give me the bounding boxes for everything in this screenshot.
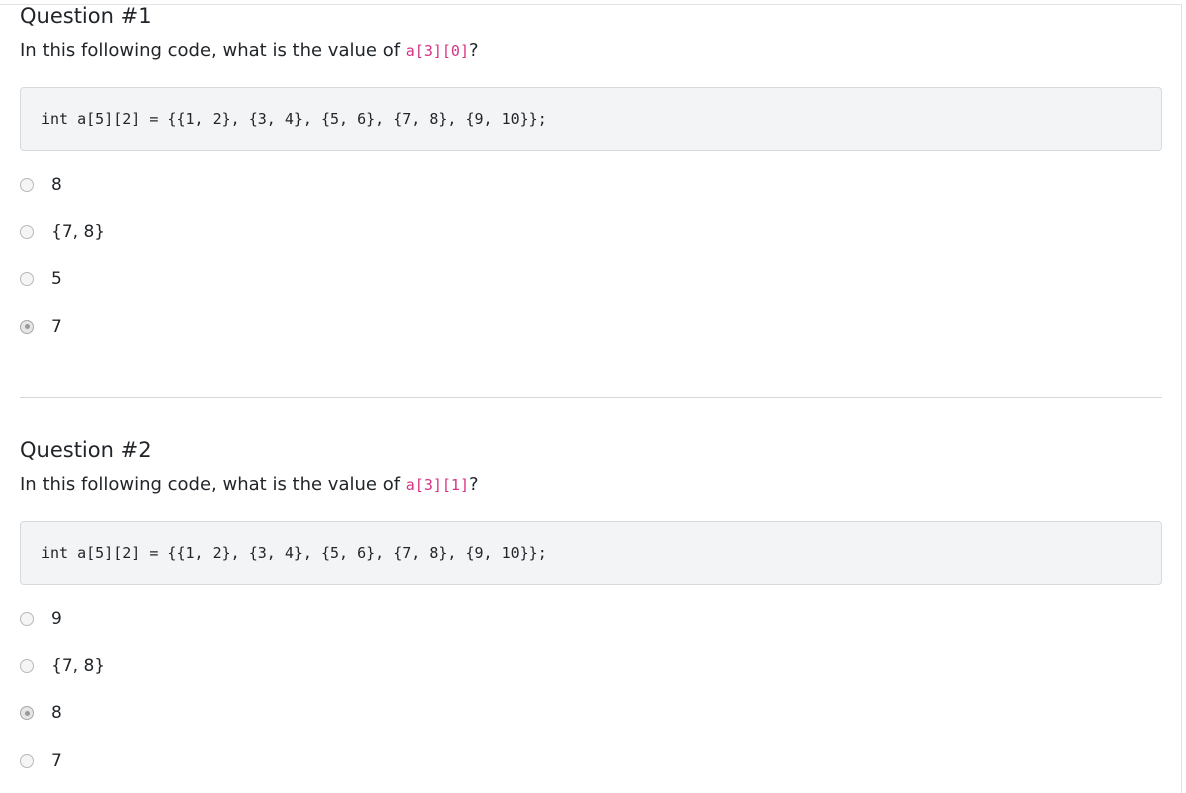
- answer-option[interactable]: 7: [20, 303, 1162, 350]
- answer-options: 8 {7, 8} 5 7: [20, 161, 1162, 350]
- code-block: int a[5][2] = {{1, 2}, {3, 4}, {5, 6}, {…: [20, 521, 1162, 585]
- option-label: 9: [51, 608, 62, 629]
- answer-option[interactable]: 5: [20, 256, 1162, 303]
- radio-button[interactable]: [20, 272, 34, 287]
- right-border-line: [1181, 4, 1182, 793]
- prompt-suffix: ?: [468, 474, 479, 495]
- code-block: int a[5][2] = {{1, 2}, {3, 4}, {5, 6}, {…: [20, 87, 1162, 151]
- radio-button[interactable]: [20, 658, 34, 673]
- prompt-inline-code: a[3][1]: [405, 476, 469, 494]
- answer-option[interactable]: 8: [20, 161, 1162, 208]
- option-label: 7: [51, 750, 62, 771]
- option-label: 8: [51, 174, 62, 195]
- answer-option[interactable]: 9: [20, 595, 1162, 642]
- question-title: Question #1: [20, 4, 152, 28]
- option-label: {7, 8}: [51, 221, 106, 242]
- question-prompt: In this following code, what is the valu…: [20, 32, 1162, 70]
- question-prompt: In this following code, what is the valu…: [20, 466, 1162, 504]
- question-title: Question #2: [20, 438, 152, 462]
- radio-button[interactable]: [20, 753, 34, 768]
- radio-button[interactable]: [20, 177, 34, 192]
- question-1: Question #1 In this following code, what…: [20, 0, 1162, 350]
- quiz-page: Question #1 In this following code, what…: [0, 0, 1186, 793]
- prompt-inline-code: a[3][0]: [405, 42, 469, 60]
- option-label: 8: [51, 703, 62, 724]
- option-label: 7: [51, 316, 62, 337]
- answer-option[interactable]: {7, 8}: [20, 208, 1162, 255]
- option-label: {7, 8}: [51, 655, 106, 676]
- radio-button[interactable]: [20, 611, 34, 626]
- prompt-text: In this following code, what is the valu…: [20, 40, 406, 61]
- question-divider: [20, 397, 1162, 398]
- question-2: Question #2 In this following code, what…: [20, 434, 1162, 784]
- prompt-suffix: ?: [468, 40, 479, 61]
- answer-options: 9 {7, 8} 8 7: [20, 595, 1162, 784]
- answer-option[interactable]: {7, 8}: [20, 642, 1162, 689]
- answer-option[interactable]: 8: [20, 690, 1162, 737]
- answer-option[interactable]: 7: [20, 737, 1162, 784]
- radio-button-selected[interactable]: [20, 706, 34, 721]
- option-label: 5: [51, 269, 62, 290]
- prompt-text: In this following code, what is the valu…: [20, 474, 406, 495]
- radio-button-selected[interactable]: [20, 319, 34, 334]
- radio-button[interactable]: [20, 224, 34, 239]
